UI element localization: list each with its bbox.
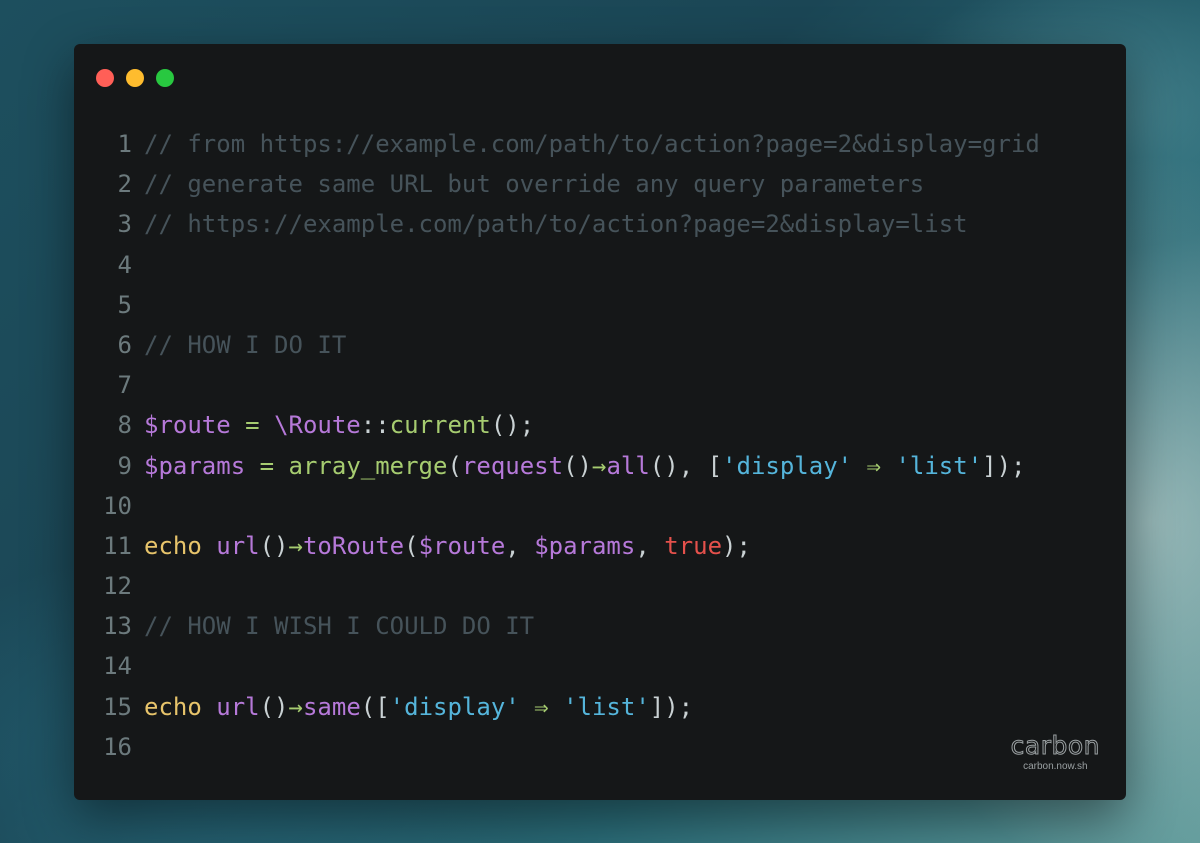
- line-number: 5: [117, 290, 132, 319]
- code-token-comment: // HOW I WISH I COULD DO IT: [144, 612, 535, 641]
- code-line: 9 $params = array_merge(request()→all(), …: [96, 446, 1106, 486]
- code-token-comment: // generate same URL but override any qu…: [144, 170, 925, 199]
- code-token-fn: array_merge: [288, 451, 448, 480]
- line-number: 1: [117, 130, 132, 158]
- code-token-plain: (), [: [649, 451, 723, 480]
- close-button[interactable]: [96, 69, 114, 87]
- code-line: 11 echo url()→toRoute($route, $params, tr…: [96, 526, 1106, 566]
- line-number: 6: [117, 330, 132, 359]
- code-token-plain: (): [259, 531, 289, 560]
- line-number: 12: [103, 572, 132, 601]
- code-line: 2 // generate same URL but override any q…: [96, 164, 1106, 204]
- code-line: 14: [96, 646, 1106, 686]
- line-content: // generate same URL but override any qu…: [144, 164, 924, 204]
- line-content: echo url()→same(['display' ⇒ 'list']);: [144, 687, 693, 727]
- code-line: 12: [96, 566, 1106, 606]
- code-token-var: same: [302, 692, 361, 721]
- line-content: $route = \Route::current();: [144, 405, 534, 445]
- line-number: 4: [117, 250, 132, 279]
- code-line: 13 // HOW I WISH I COULD DO IT: [96, 606, 1106, 646]
- code-token-comment: // from https://example.com/path/to/acti…: [144, 130, 1040, 158]
- code-token-plain: ::: [360, 411, 390, 440]
- line-number: 16: [103, 732, 132, 761]
- code-token-var: $params: [534, 531, 636, 560]
- code-token-plain: ([: [360, 692, 390, 721]
- code-line: 4: [96, 245, 1106, 285]
- code-token-str: 'list': [563, 692, 650, 721]
- code-token-str: 'display': [722, 451, 853, 480]
- code-window: 1 // from https://example.com/path/to/act…: [74, 44, 1126, 800]
- code-token-fn: current: [389, 411, 491, 440]
- carbon-watermark: carbon carbon.now.sh: [1010, 731, 1100, 772]
- line-number: 11: [103, 531, 132, 560]
- code-editor[interactable]: 1 // from https://example.com/path/to/act…: [96, 124, 1106, 767]
- code-token-var: url: [216, 531, 260, 560]
- code-line: 3 // https://example.com/path/to/action?p…: [96, 204, 1106, 244]
- code-token-comment: // HOW I DO IT: [144, 330, 347, 359]
- code-token-op: →: [288, 692, 303, 721]
- code-token-op: =: [230, 411, 275, 440]
- code-token-var: $route: [418, 531, 506, 560]
- code-token-str: 'display': [389, 692, 520, 721]
- code-line: 5: [96, 285, 1106, 325]
- watermark-subtitle: carbon.now.sh: [1023, 761, 1088, 772]
- code-token-var: $route: [144, 411, 231, 440]
- code-token-var: $params: [144, 451, 246, 480]
- code-token-plain: ();: [490, 411, 535, 440]
- code-line: 6 // HOW I DO IT: [96, 325, 1106, 365]
- code-token-op: →: [591, 451, 607, 480]
- line-number: 9: [117, 451, 132, 480]
- line-number: 15: [103, 692, 132, 721]
- line-content: // HOW I DO IT: [144, 325, 346, 365]
- line-content: $params = array_merge(request()→all(), […: [144, 446, 1026, 486]
- line-number: 7: [117, 371, 132, 400]
- line-number: 3: [117, 210, 132, 239]
- code-token-str: 'list': [895, 451, 983, 480]
- code-token-op: ⇒: [519, 692, 564, 721]
- maximize-button[interactable]: [156, 69, 174, 87]
- code-token-op: →: [288, 531, 303, 560]
- code-token-plain: ,: [635, 531, 665, 560]
- code-token-plain: ,: [505, 531, 535, 560]
- code-line: 7: [96, 365, 1106, 405]
- line-number: 8: [117, 411, 132, 440]
- code-token-plain: (: [404, 531, 419, 560]
- line-content: // HOW I WISH I COULD DO IT: [144, 606, 534, 646]
- code-token-bool: true: [664, 531, 723, 560]
- code-line: 15 echo url()→same(['display' ⇒ 'list']);: [96, 687, 1106, 727]
- line-content: // from https://example.com/path/to/acti…: [144, 124, 1040, 164]
- code-token-var: url: [216, 692, 260, 721]
- code-line: 10: [96, 486, 1106, 526]
- code-line: 1 // from https://example.com/path/to/act…: [96, 124, 1106, 164]
- code-token-plain: );: [722, 531, 751, 560]
- line-number: 2: [117, 170, 132, 199]
- line-number: 13: [103, 612, 132, 641]
- code-token-var: request: [461, 451, 564, 480]
- line-number: 14: [103, 652, 132, 681]
- code-token-op: =: [245, 451, 289, 480]
- code-token-var: \Route: [274, 411, 361, 440]
- code-token-op: ⇒: [852, 451, 896, 480]
- line-content: echo url()→toRoute($route, $params, true…: [144, 526, 751, 566]
- window-controls: [96, 69, 174, 87]
- line-number: 10: [103, 491, 132, 520]
- code-token-var: all: [606, 451, 650, 480]
- code-token-comment: // https://example.com/path/to/action?pa…: [144, 210, 968, 239]
- code-token-plain: (: [447, 451, 462, 480]
- code-token-plain: (): [259, 692, 289, 721]
- minimize-button[interactable]: [126, 69, 144, 87]
- code-token-plain: (): [563, 451, 592, 480]
- code-line: 16: [96, 727, 1106, 767]
- line-content: // https://example.com/path/to/action?pa…: [144, 204, 968, 244]
- code-token-kw: echo: [144, 531, 202, 560]
- code-line: 8 $route = \Route::current();: [96, 405, 1106, 445]
- code-token-kw: echo: [144, 692, 202, 721]
- watermark-title: carbon: [1010, 731, 1100, 760]
- code-token-plain: ]);: [649, 692, 694, 721]
- code-token-plain: ]);: [982, 451, 1026, 480]
- code-token-var: toRoute: [302, 531, 405, 560]
